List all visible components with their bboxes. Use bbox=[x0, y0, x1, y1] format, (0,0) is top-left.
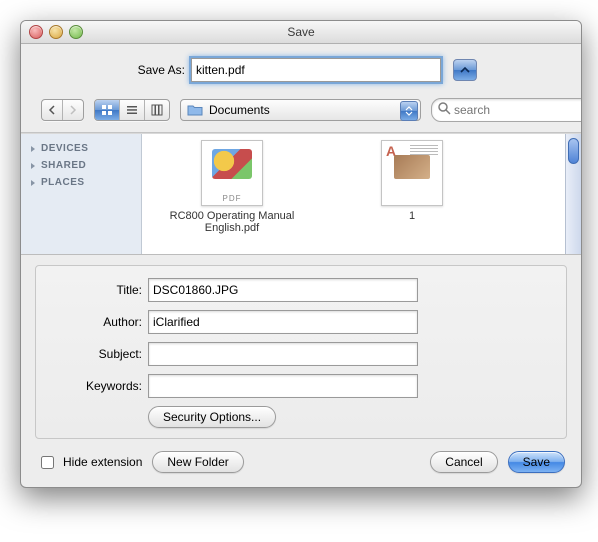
chevron-up-icon bbox=[460, 65, 470, 75]
columns-icon bbox=[151, 104, 163, 116]
security-options-button[interactable]: Security Options... bbox=[148, 406, 276, 428]
file-badge: PDF bbox=[223, 194, 242, 203]
file-thumbnail-icon: A bbox=[381, 140, 443, 206]
subject-input[interactable] bbox=[148, 342, 418, 366]
file-name: 1 bbox=[342, 210, 482, 222]
search-input[interactable] bbox=[431, 98, 582, 122]
disclosure-right-icon bbox=[29, 179, 37, 187]
author-input[interactable] bbox=[148, 310, 418, 334]
file-grid: PDF RC800 Operating Manual English.pdf A… bbox=[142, 134, 565, 254]
titlebar: Save bbox=[21, 21, 581, 44]
file-item[interactable]: A 1 bbox=[342, 140, 482, 248]
sidebar-item-label: SHARED bbox=[41, 160, 86, 171]
title-input[interactable] bbox=[148, 278, 418, 302]
collapse-browser-button[interactable] bbox=[453, 59, 477, 81]
list-icon bbox=[126, 104, 138, 116]
sidebar: DEVICES SHARED PLACES bbox=[21, 134, 142, 254]
window-controls bbox=[29, 25, 83, 39]
view-icons-button[interactable] bbox=[95, 100, 120, 120]
sidebar-item-label: PLACES bbox=[41, 177, 85, 188]
minimize-icon[interactable] bbox=[49, 25, 63, 39]
sidebar-item-devices[interactable]: DEVICES bbox=[21, 140, 141, 157]
search-icon bbox=[437, 101, 451, 115]
subject-label: Subject: bbox=[52, 347, 142, 361]
hide-extension-input[interactable] bbox=[41, 456, 54, 469]
forward-button[interactable] bbox=[63, 100, 83, 120]
scrollbar[interactable] bbox=[565, 134, 581, 254]
metadata-panel: Title: Author: Subject: Keywords: Securi… bbox=[35, 265, 567, 439]
save-as-label: Save As: bbox=[125, 63, 185, 77]
cancel-button[interactable]: Cancel bbox=[430, 451, 497, 473]
save-as-input[interactable] bbox=[191, 58, 441, 82]
search-field-wrap bbox=[431, 98, 561, 122]
location-label: Documents bbox=[209, 103, 270, 117]
new-folder-button[interactable]: New Folder bbox=[152, 451, 243, 473]
location-popup[interactable]: Documents bbox=[180, 99, 421, 121]
popup-arrows-icon bbox=[400, 101, 418, 121]
hide-extension-checkbox[interactable]: Hide extension bbox=[37, 453, 142, 472]
window-title: Save bbox=[21, 25, 581, 39]
chevron-right-icon bbox=[67, 104, 79, 116]
browser-toolbar: Documents bbox=[21, 92, 581, 133]
keywords-input[interactable] bbox=[148, 374, 418, 398]
save-as-row: Save As: bbox=[21, 44, 581, 92]
back-button[interactable] bbox=[42, 100, 63, 120]
author-label: Author: bbox=[52, 315, 142, 329]
zoom-icon[interactable] bbox=[69, 25, 83, 39]
keywords-label: Keywords: bbox=[52, 379, 142, 393]
sidebar-item-places[interactable]: PLACES bbox=[21, 174, 141, 191]
sidebar-item-label: DEVICES bbox=[41, 143, 88, 154]
hide-extension-label: Hide extension bbox=[63, 455, 142, 469]
save-dialog: Save Save As: bbox=[20, 20, 582, 488]
sidebar-item-shared[interactable]: SHARED bbox=[21, 157, 141, 174]
disclosure-right-icon bbox=[29, 162, 37, 170]
view-mode-switch bbox=[94, 99, 170, 121]
disclosure-right-icon bbox=[29, 145, 37, 153]
close-icon[interactable] bbox=[29, 25, 43, 39]
grid-icon bbox=[101, 104, 113, 116]
chevron-left-icon bbox=[46, 104, 58, 116]
view-columns-button[interactable] bbox=[145, 100, 169, 120]
nav-back-forward bbox=[41, 99, 84, 121]
file-thumbnail-icon: PDF bbox=[201, 140, 263, 206]
view-list-button[interactable] bbox=[120, 100, 145, 120]
folder-icon bbox=[187, 103, 203, 117]
title-label: Title: bbox=[52, 283, 142, 297]
file-name: RC800 Operating Manual English.pdf bbox=[162, 210, 302, 234]
file-item[interactable]: PDF RC800 Operating Manual English.pdf bbox=[162, 140, 302, 248]
file-browser: DEVICES SHARED PLACES PDF RC800 Operatin… bbox=[21, 133, 581, 255]
dialog-footer: Hide extension New Folder Cancel Save bbox=[21, 445, 581, 487]
save-button[interactable]: Save bbox=[508, 451, 565, 473]
